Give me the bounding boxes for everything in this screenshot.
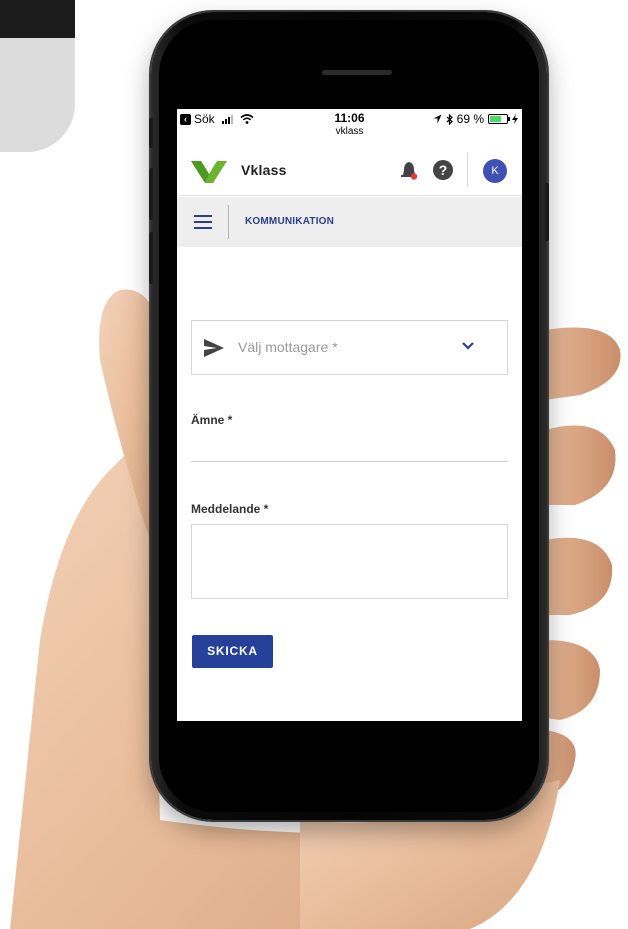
app-header: Vklass ? K	[177, 145, 522, 196]
avatar[interactable]: K	[483, 159, 507, 183]
chevron-down-icon[interactable]	[462, 342, 474, 350]
subject-label: Ämne *	[191, 413, 233, 427]
mute-switch	[149, 118, 153, 148]
status-bar: ‹ Sök 11:06 vklass 69 %	[177, 109, 522, 143]
recipient-select[interactable]: Välj mottagare *	[191, 320, 508, 375]
bell-icon[interactable]	[399, 160, 419, 182]
menu-icon[interactable]	[194, 215, 212, 229]
battery-percent: 69 %	[456, 112, 484, 126]
power-button	[545, 183, 549, 241]
phone-speaker	[322, 70, 392, 75]
message-label: Meddelande *	[191, 502, 269, 516]
battery-icon	[488, 114, 510, 124]
send-icon	[204, 339, 224, 357]
subject-input[interactable]	[191, 461, 508, 462]
section-title: KOMMUNIKATION	[245, 216, 335, 227]
volume-down-button	[149, 232, 153, 284]
brand-name: Vklass	[241, 162, 287, 178]
battery-level	[490, 116, 502, 122]
status-subtitle: vklass	[335, 126, 364, 137]
help-icon[interactable]: ?	[433, 160, 453, 180]
volume-up-button	[149, 168, 153, 220]
header-divider	[467, 153, 468, 187]
section-nav: KOMMUNIKATION	[177, 197, 522, 247]
phone-screen: ‹ Sök 11:06 vklass 69 % Vklass ? K KOMMU…	[177, 109, 522, 721]
charging-icon	[512, 114, 518, 124]
recipient-placeholder: Välj mottagare *	[238, 339, 338, 355]
status-right: 69 %	[433, 112, 518, 126]
logo-icon[interactable]	[191, 158, 227, 184]
nav-divider	[228, 205, 229, 239]
bluetooth-icon	[446, 113, 453, 125]
message-textarea[interactable]	[191, 524, 508, 599]
send-button[interactable]: SKICKA	[192, 635, 273, 668]
location-icon	[433, 114, 442, 124]
